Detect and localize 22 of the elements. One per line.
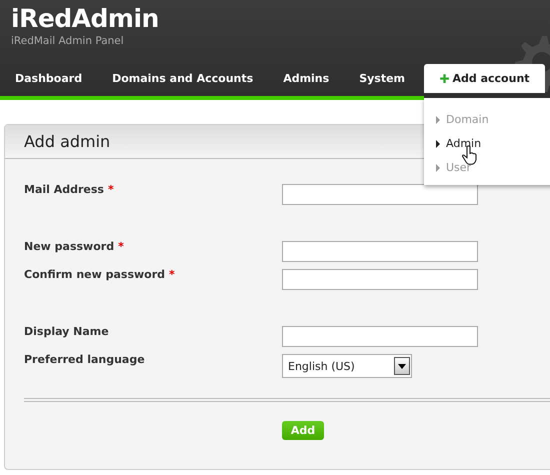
triangle-icon [436, 140, 440, 148]
input-field[interactable] [282, 184, 478, 205]
field-label: Confirm new password * [24, 267, 176, 283]
field-label: New password * [24, 239, 125, 255]
add-account-button[interactable]: ✚ Add account [424, 64, 545, 93]
triangle-icon [436, 164, 440, 172]
triangle-icon [436, 116, 440, 124]
menu-item[interactable]: Admin [424, 132, 486, 156]
nav-link[interactable]: Domains and Accounts [112, 64, 254, 94]
nav-link[interactable]: Dashboard [15, 64, 82, 94]
input-field[interactable] [282, 326, 478, 347]
nav-link[interactable]: Admins [283, 64, 330, 94]
language-select[interactable]: English (US) [282, 354, 412, 378]
input-field[interactable] [282, 241, 478, 262]
panel-title: Add admin [24, 132, 110, 151]
app-subtitle: iRedMail Admin Panel [11, 34, 125, 48]
input-field[interactable] [282, 269, 478, 290]
field-label: Display Name [24, 324, 110, 340]
field-label: Mail Address * [24, 182, 115, 198]
field-label: Preferred language [24, 352, 146, 368]
nav-link[interactable]: System [359, 64, 406, 94]
app-title: iRedAdmin [11, 4, 160, 34]
